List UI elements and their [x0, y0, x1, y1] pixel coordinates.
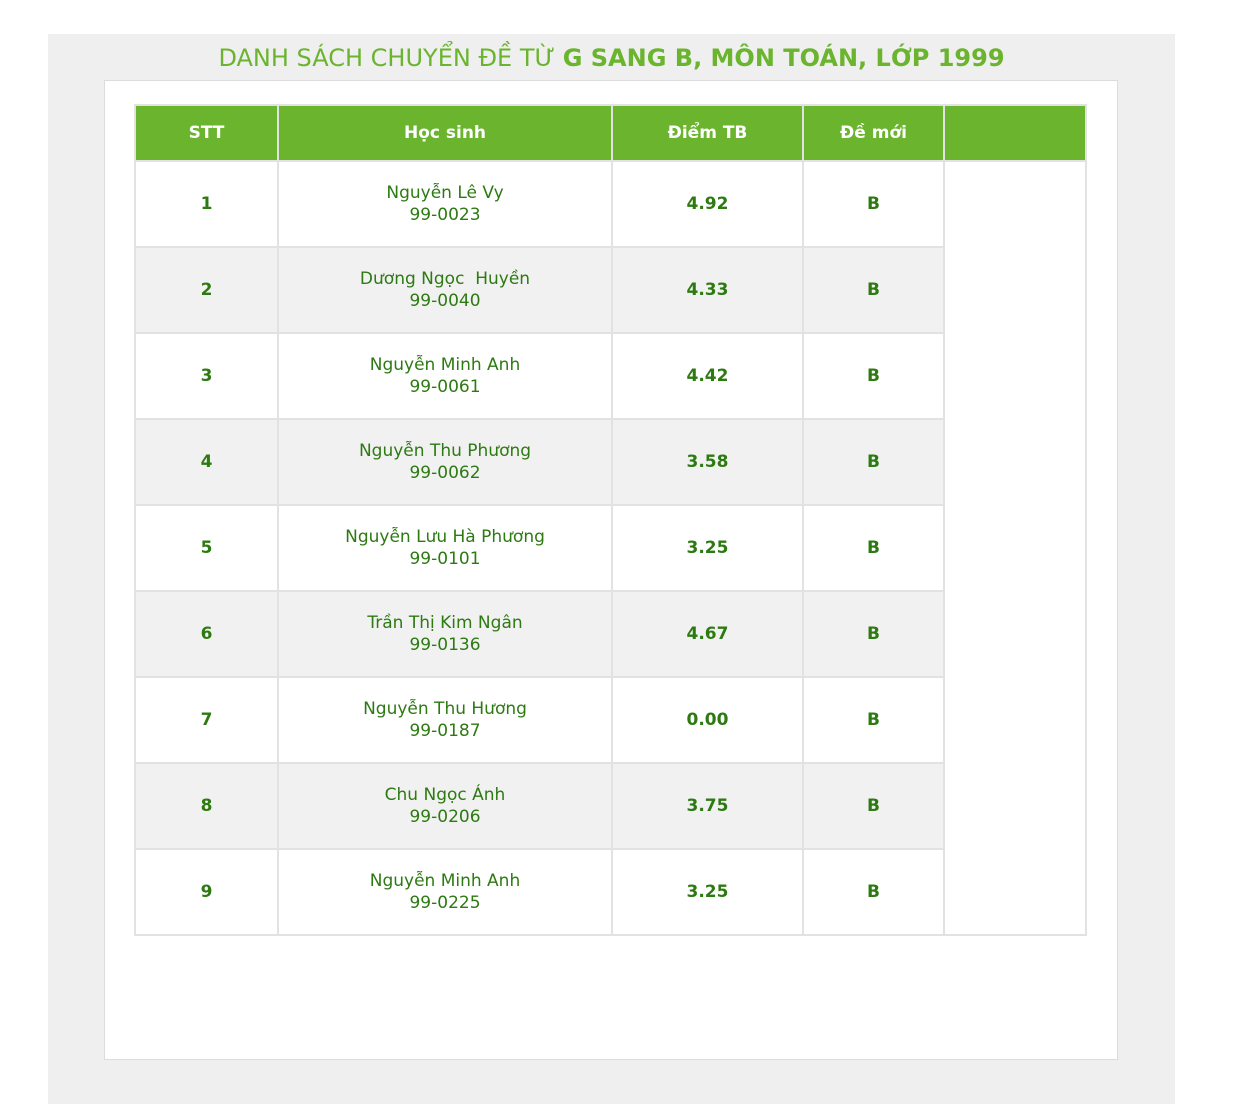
score-cell: 4.33 — [611, 246, 804, 334]
score-cell: 4.42 — [611, 332, 804, 420]
student-id: 99-0225 — [409, 893, 481, 913]
student-id: 99-0101 — [409, 549, 481, 569]
student-name: Nguyễn Minh Anh — [369, 355, 521, 375]
stt-cell: 7 — [134, 676, 279, 764]
blank-cell — [943, 161, 1087, 247]
score-cell: 3.58 — [611, 418, 804, 506]
table-row: 7 Nguyễn Thu Hương 99-0187 0.00 B — [134, 676, 1087, 764]
student-id: 99-0061 — [409, 377, 481, 397]
stt-cell: 5 — [134, 504, 279, 592]
table-row: 3 Nguyễn Minh Anh 99-0061 4.42 B — [134, 332, 1087, 420]
new-topic-cell: B — [802, 160, 945, 248]
student-cell: Chu Ngọc Ánh 99-0206 — [277, 762, 613, 850]
new-topic-cell: B — [802, 332, 945, 420]
stt-cell: 2 — [134, 246, 279, 334]
student-cell: Dương Ngọc Huyền 99-0040 — [277, 246, 613, 334]
student-name: Nguyễn Lê Vy — [386, 183, 504, 203]
student-transfer-table: STT Học sinh Điểm TB Đề mới 1 Nguyễn Lê … — [134, 104, 1087, 936]
new-topic-cell: B — [802, 762, 945, 850]
blank-cell — [943, 333, 1087, 419]
stt-cell: 4 — [134, 418, 279, 506]
blank-cell — [943, 591, 1087, 677]
table-header-row: STT Học sinh Điểm TB Đề mới — [134, 104, 1087, 162]
student-name: Dương Ngọc Huyền — [359, 269, 531, 289]
table-row: 5 Nguyễn Lưu Hà Phương 99-0101 3.25 B — [134, 504, 1087, 592]
blank-cell — [943, 505, 1087, 591]
title-bold-part: G SANG B, MÔN TOÁN, LỚP 1999 — [562, 44, 1005, 72]
student-id: 99-0187 — [409, 721, 481, 741]
table-row: 6 Trần Thị Kim Ngân 99-0136 4.67 B — [134, 590, 1087, 678]
score-cell: 0.00 — [611, 676, 804, 764]
table-row: 9 Nguyễn Minh Anh 99-0225 3.25 B — [134, 848, 1087, 936]
student-name: Chu Ngọc Ánh — [384, 785, 506, 805]
stt-cell: 1 — [134, 160, 279, 248]
student-cell: Nguyễn Lê Vy 99-0023 — [277, 160, 613, 248]
blank-cell — [943, 849, 1087, 936]
student-cell: Nguyễn Thu Hương 99-0187 — [277, 676, 613, 764]
table-row: 4 Nguyễn Thu Phương 99-0062 3.58 B — [134, 418, 1087, 506]
student-id: 99-0062 — [409, 463, 481, 483]
student-id: 99-0206 — [409, 807, 481, 827]
stt-cell: 8 — [134, 762, 279, 850]
header-extra — [943, 104, 1087, 162]
blank-cell — [943, 247, 1087, 333]
student-cell: Trần Thị Kim Ngân 99-0136 — [277, 590, 613, 678]
student-name: Nguyễn Thu Phương — [358, 441, 532, 461]
blank-cell — [943, 763, 1087, 849]
student-name: Nguyễn Minh Anh — [369, 871, 521, 891]
table-row: 2 Dương Ngọc Huyền 99-0040 4.33 B — [134, 246, 1087, 334]
header-score: Điểm TB — [611, 104, 804, 162]
student-cell: Nguyễn Minh Anh 99-0061 — [277, 332, 613, 420]
new-topic-cell: B — [802, 848, 945, 936]
title-normal-part: DANH SÁCH CHUYỂN ĐỀ TỪ — [218, 44, 563, 72]
page-title: DANH SÁCH CHUYỂN ĐỀ TỪ G SANG B, MÔN TOÁ… — [48, 40, 1175, 76]
score-cell: 3.75 — [611, 762, 804, 850]
student-id: 99-0023 — [409, 205, 481, 225]
blank-cell — [943, 677, 1087, 763]
score-cell: 3.25 — [611, 504, 804, 592]
table-row: 1 Nguyễn Lê Vy 99-0023 4.92 B — [134, 160, 1087, 248]
student-cell: Nguyễn Minh Anh 99-0225 — [277, 848, 613, 936]
new-topic-cell: B — [802, 676, 945, 764]
table-row: 8 Chu Ngọc Ánh 99-0206 3.75 B — [134, 762, 1087, 850]
new-topic-cell: B — [802, 504, 945, 592]
score-cell: 3.25 — [611, 848, 804, 936]
student-id: 99-0040 — [409, 291, 481, 311]
header-new-topic: Đề mới — [802, 104, 945, 162]
student-cell: Nguyễn Lưu Hà Phương 99-0101 — [277, 504, 613, 592]
header-student: Học sinh — [277, 104, 613, 162]
student-name: Nguyễn Thu Hương — [363, 699, 527, 719]
stt-cell: 9 — [134, 848, 279, 936]
student-cell: Nguyễn Thu Phương 99-0062 — [277, 418, 613, 506]
student-id: 99-0136 — [409, 635, 481, 655]
new-topic-cell: B — [802, 246, 945, 334]
stt-cell: 6 — [134, 590, 279, 678]
student-name: Nguyễn Lưu Hà Phương — [345, 527, 545, 547]
score-cell: 4.67 — [611, 590, 804, 678]
header-stt: STT — [134, 104, 279, 162]
stt-cell: 3 — [134, 332, 279, 420]
new-topic-cell: B — [802, 418, 945, 506]
new-topic-cell: B — [802, 590, 945, 678]
score-cell: 4.92 — [611, 160, 804, 248]
student-name: Trần Thị Kim Ngân — [367, 613, 523, 633]
blank-cell — [943, 419, 1087, 505]
